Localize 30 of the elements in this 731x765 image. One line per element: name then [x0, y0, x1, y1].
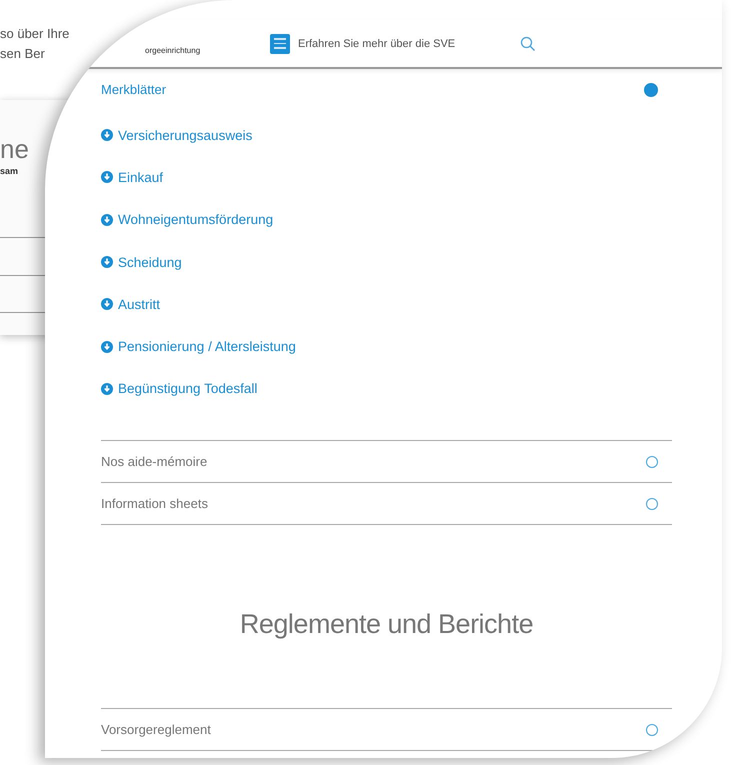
download-icon	[101, 382, 113, 395]
download-icon	[101, 171, 113, 184]
accordion-title[interactable]: Vorsorgereglement	[101, 722, 211, 738]
toggle-dot[interactable]	[644, 82, 658, 96]
toggle-dot[interactable]	[646, 724, 658, 736]
toggle-dot[interactable]	[646, 498, 658, 510]
download-icon	[101, 298, 113, 310]
accordion-title[interactable]: Nos aide-mémoire	[101, 454, 208, 470]
toggle-dot[interactable]	[646, 456, 658, 468]
background-text: so über Ihre	[0, 25, 70, 43]
download-icon	[101, 214, 113, 226]
menu-button[interactable]: Erfahren Sie mehr über die SVE	[270, 34, 456, 54]
background-heading: ne	[0, 134, 29, 165]
download-link[interactable]: Wohneigentumsförderung	[101, 198, 672, 241]
download-link[interactable]: Austritt	[101, 283, 672, 326]
logo-text: orgeeinrichtung	[145, 46, 202, 55]
download-icon	[101, 256, 113, 268]
download-icon	[101, 340, 113, 353]
download-link[interactable]: Pensionierung / Altersleistung	[101, 325, 672, 368]
download-link[interactable]: Einkauf	[101, 156, 672, 199]
background-text: sen Ber	[0, 45, 46, 63]
download-link[interactable]: Versicherungsausweis	[101, 114, 672, 156]
accordion-title[interactable]: Merkblätter	[101, 82, 166, 97]
download-link[interactable]: Scheidung	[101, 240, 672, 284]
background-text: sam	[0, 166, 18, 176]
section-heading: Reglemente und Berichte	[238, 609, 534, 640]
download-link[interactable]: Begünstigung Todesfall	[101, 368, 672, 410]
accordion-title[interactable]: Information sheets	[101, 496, 208, 512]
download-icon	[101, 129, 113, 142]
search-icon[interactable]	[520, 36, 536, 52]
